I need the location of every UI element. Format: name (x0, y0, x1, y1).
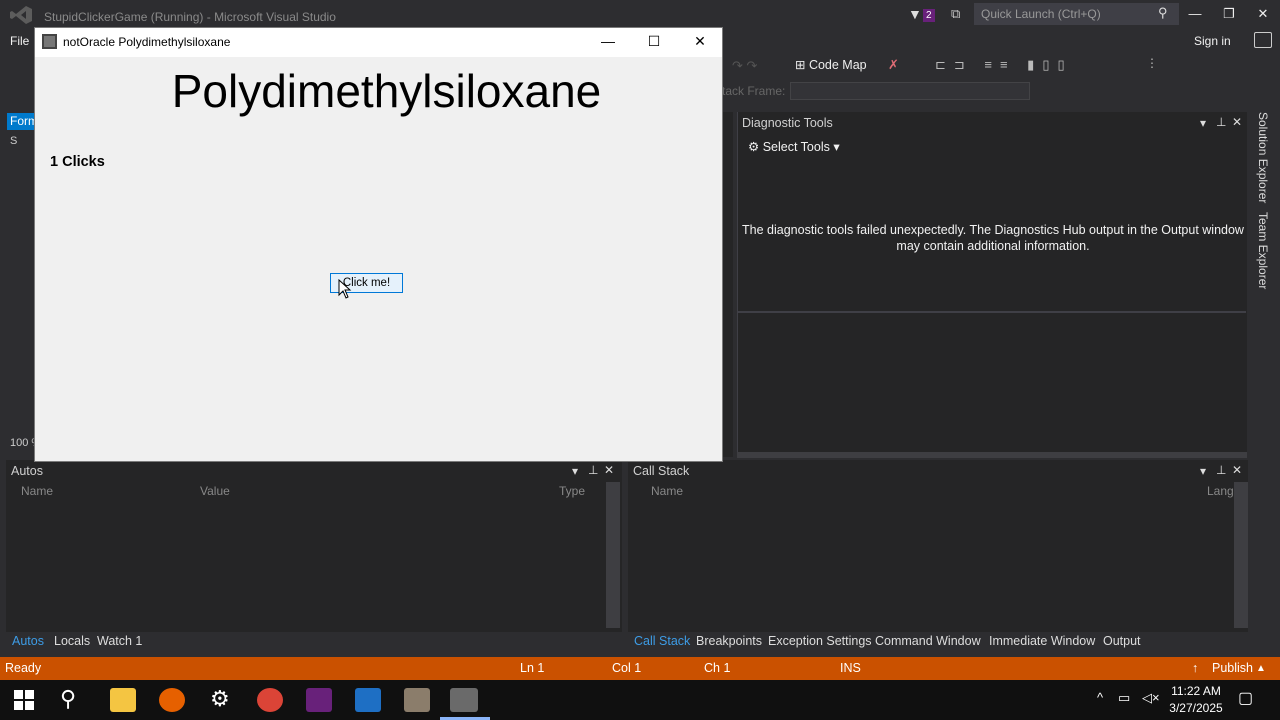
autos-pane (6, 460, 622, 632)
windows-start-icon[interactable] (14, 690, 34, 713)
chevron-down-icon: ▾ (829, 140, 840, 154)
call-stack-title: Call Stack (633, 464, 690, 478)
side-tab-strip: Solution Explorer Team Explorer (1250, 110, 1278, 460)
chevron-up-icon[interactable]: ▲ (1256, 663, 1266, 674)
column-header-name[interactable]: Name (651, 484, 683, 498)
visual-studio-logo-icon (10, 6, 32, 24)
code-map-button[interactable]: ⊞ Code Map (795, 57, 867, 72)
horizontal-scrollbar[interactable] (737, 452, 1247, 458)
toolbar-overflow-icon[interactable]: ⋮ (1146, 56, 1158, 70)
stack-frame-dropdown[interactable] (790, 82, 1030, 100)
restore-button[interactable]: ❐ (1219, 6, 1239, 22)
pane-divider (738, 311, 1246, 313)
menu-file[interactable]: File (10, 34, 29, 48)
vs-window-title: StupidClickerGame (Running) - Microsoft … (44, 10, 336, 24)
pane-dropdown-icon[interactable]: ▾ (1200, 116, 1206, 130)
column-header-type[interactable]: Type (559, 484, 585, 498)
status-insert-mode: INS (840, 661, 861, 675)
quick-launch-input[interactable]: Quick Launch (Ctrl+Q) (974, 3, 1179, 25)
tab-breakpoints[interactable]: Breakpoints (696, 634, 762, 648)
pane-dropdown-icon[interactable]: ▾ (1200, 464, 1206, 478)
select-tools-label: Select Tools (762, 140, 830, 154)
clock-time[interactable]: 11:22 AM (1168, 684, 1224, 698)
mouse-cursor-icon (338, 279, 352, 299)
app-heading: Polydimethylsiloxane (171, 65, 602, 117)
app-icon[interactable] (450, 688, 478, 712)
vertical-scrollbar[interactable] (606, 482, 620, 628)
vscode-icon[interactable] (355, 688, 381, 712)
tab-autos[interactable]: Autos (12, 634, 44, 648)
gear-icon: ⚙ (748, 140, 763, 154)
toolbar-format-icons[interactable]: ⊏⊐ ≡≡ ▮▯▯ (935, 57, 1073, 73)
search-icon[interactable]: ⚲ (60, 686, 76, 712)
tab-call-stack[interactable]: Call Stack (634, 634, 690, 648)
settings-icon[interactable]: ⚙ (210, 686, 230, 712)
tab-exception-settings[interactable]: Exception Settings (768, 634, 872, 648)
breakpoint-toggle-icon[interactable]: ✗ (888, 57, 899, 73)
column-header-name[interactable]: Name (21, 484, 53, 498)
status-line: Ln 1 (520, 661, 545, 675)
firefox-icon[interactable] (159, 688, 185, 712)
chevron-up-icon[interactable]: ^ (1097, 690, 1103, 705)
vertical-scrollbar[interactable] (1234, 482, 1248, 628)
notification-badge[interactable]: 2 (923, 9, 935, 22)
call-stack-pane (628, 460, 1248, 632)
status-column: Col 1 (612, 661, 642, 675)
status-ready: Ready (5, 661, 42, 675)
network-icon[interactable]: ▭ (1118, 690, 1130, 706)
notifications-icon[interactable]: ▢ (1238, 688, 1253, 708)
tab-team-explorer[interactable]: Team Explorer (1256, 212, 1270, 289)
code-map-icon: ⊞ (795, 58, 809, 72)
diagnostic-error-message: The diagnostic tools failed unexpectedly… (742, 223, 1244, 253)
diagnostic-tools-title: Diagnostic Tools (742, 116, 833, 130)
tab-immediate-window[interactable]: Immediate Window (989, 634, 1095, 648)
clock-date[interactable]: 3/27/2025 (1166, 701, 1226, 715)
autos-title: Autos (11, 464, 43, 478)
app-maximize-button[interactable]: ☐ (642, 33, 666, 50)
tab-solution-explorer[interactable]: Solution Explorer (1256, 112, 1270, 203)
search-icon[interactable]: ⚲ (1158, 5, 1168, 21)
click-counter: 1 Clicks (50, 154, 105, 170)
volume-icon[interactable]: ◁× (1142, 690, 1160, 706)
publish-arrow-icon[interactable]: ↑ (1192, 661, 1198, 675)
column-header-lang[interactable]: Lang (1207, 484, 1233, 498)
app-minimize-button[interactable]: — (596, 33, 620, 49)
pane-dropdown-icon[interactable]: ▾ (572, 464, 578, 478)
gimp-icon[interactable] (404, 688, 430, 712)
app-window-icon (42, 34, 57, 49)
publish-button[interactable]: Publish (1212, 661, 1253, 675)
column-header-value[interactable]: Value (200, 484, 230, 498)
code-map-label: Code Map (808, 58, 867, 72)
visual-studio-icon[interactable] (306, 688, 332, 712)
close-icon[interactable]: ✕ (1232, 463, 1242, 477)
close-icon[interactable]: ✕ (604, 463, 614, 477)
pin-icon[interactable]: ⊥ (588, 463, 598, 477)
file-explorer-icon[interactable] (110, 688, 136, 712)
minimize-button[interactable]: — (1185, 6, 1205, 21)
tab-watch-1[interactable]: Watch 1 (97, 634, 142, 648)
notification-filter-icon[interactable]: ▼ (908, 6, 922, 22)
close-icon[interactable]: ✕ (1232, 115, 1242, 129)
tab-locals[interactable]: Locals (54, 634, 90, 648)
close-button[interactable]: ✕ (1253, 6, 1273, 22)
app-close-button[interactable]: ✕ (688, 33, 712, 50)
editor-area (723, 112, 733, 457)
diagnostic-tools-pane (737, 112, 1247, 457)
sign-in-link[interactable]: Sign in (1194, 34, 1231, 48)
editor-stub: S (10, 135, 18, 147)
tab-output[interactable]: Output (1103, 634, 1141, 648)
tab-form[interactable]: Form (7, 113, 35, 130)
app-window-title: notOracle Polydimethylsiloxane (63, 35, 231, 49)
status-bar: Ready Ln 1 Col 1 Ch 1 INS ↑ Publish ▲ (0, 657, 1280, 680)
select-tools-button[interactable]: ⚙ Select Tools ▾ (748, 139, 840, 154)
taskbar (0, 680, 1280, 720)
chrome-icon[interactable] (257, 688, 283, 712)
feedback-icon[interactable]: ⧉ (951, 6, 960, 22)
account-icon[interactable] (1254, 32, 1272, 48)
pin-icon[interactable]: ⊥ (1216, 115, 1226, 129)
status-char: Ch 1 (704, 661, 731, 675)
pin-icon[interactable]: ⊥ (1216, 463, 1226, 477)
tab-command-window[interactable]: Command Window (875, 634, 981, 648)
